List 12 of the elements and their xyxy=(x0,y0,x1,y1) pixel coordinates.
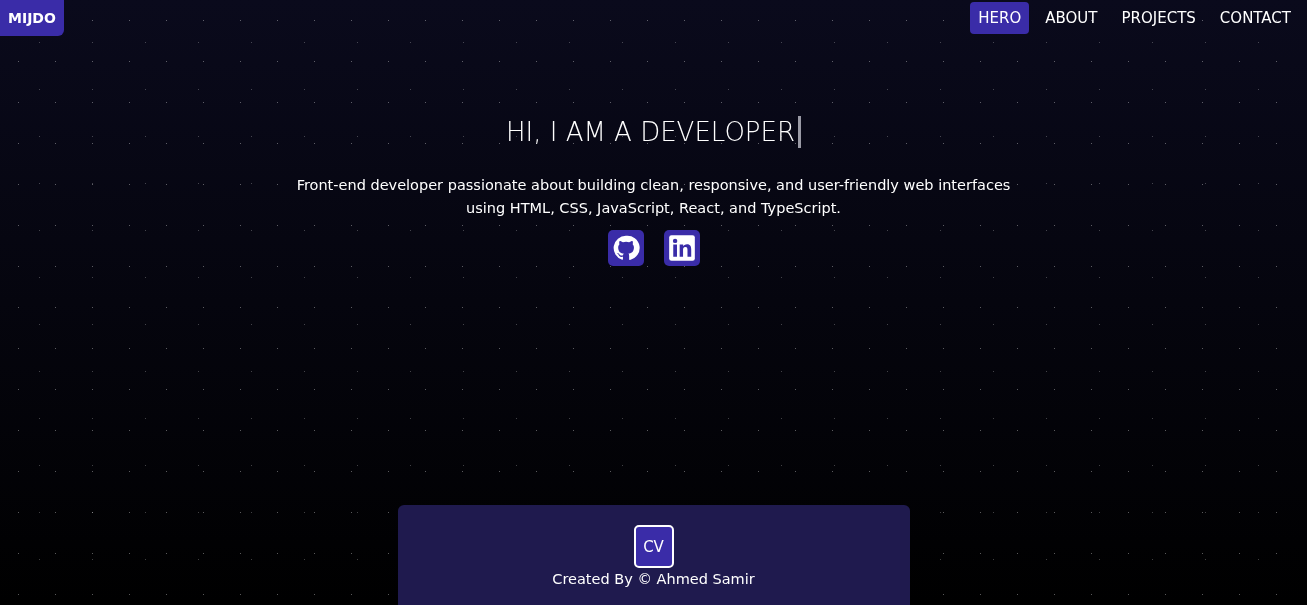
cv-button[interactable]: CV xyxy=(633,525,674,568)
hero-description: Front-end developer passionate about building clean, responsive, and user-friendly web interfaces using HTML, CSS, JavaScript, React, and TypeScript. xyxy=(295,176,1012,218)
nav-link[interactable]: HERO xyxy=(970,2,1030,34)
hero-title: HI, I AM A DEVELOPER xyxy=(505,117,796,147)
linkedin-icon[interactable] xyxy=(663,230,700,266)
nav-link[interactable]: ABOUT xyxy=(1037,2,1106,34)
text-cursor-icon xyxy=(798,116,802,148)
nav-link[interactable]: CONTACT xyxy=(1211,2,1299,34)
brand-logo[interactable]: MIJDO xyxy=(0,0,64,36)
nav-link[interactable]: PROJECTS xyxy=(1113,2,1204,34)
github-icon[interactable] xyxy=(607,230,644,266)
credit-text: Created By © Ahmed Samir xyxy=(552,571,755,587)
